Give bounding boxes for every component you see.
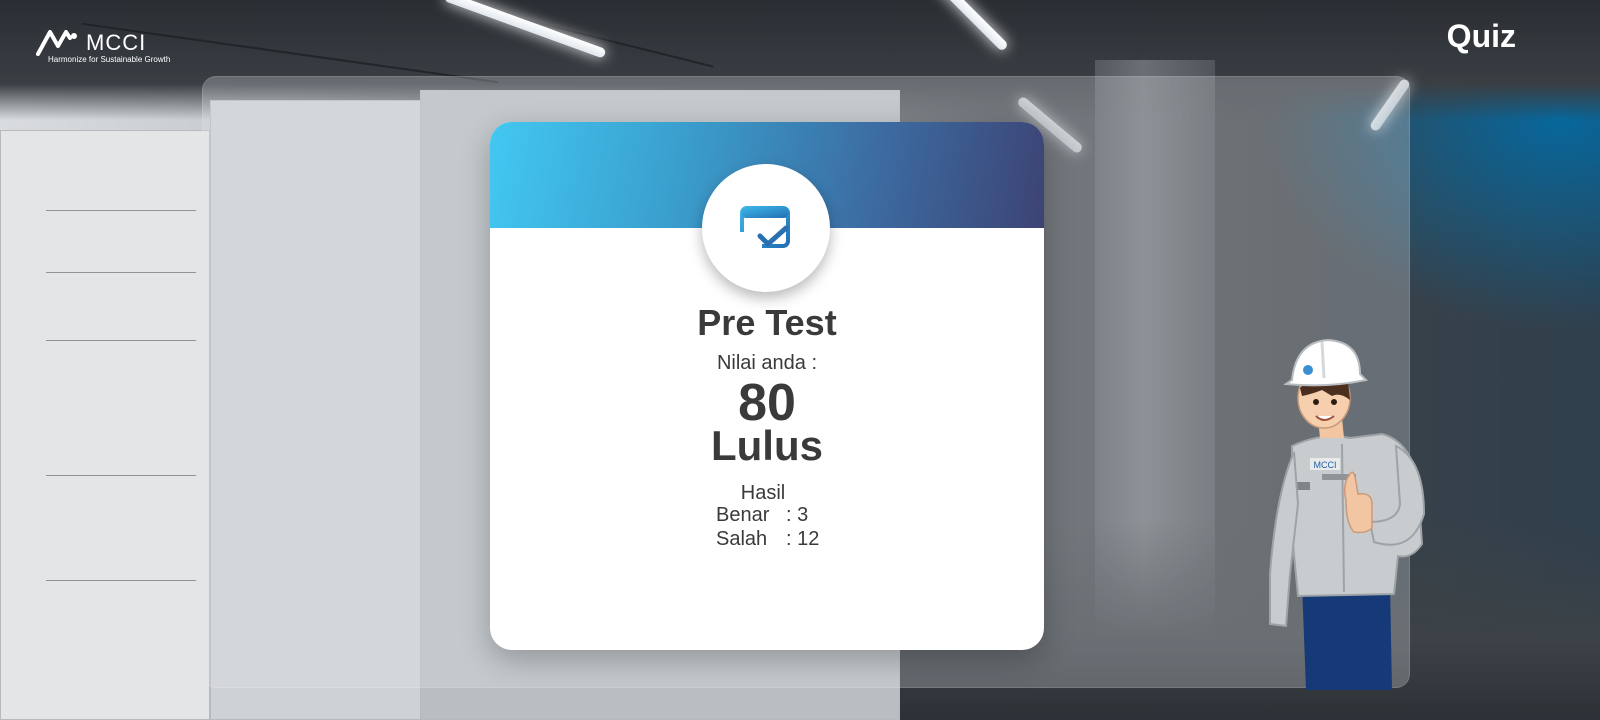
page-title: Quiz xyxy=(1446,18,1516,54)
correct-label: Benar xyxy=(716,504,770,526)
correct-count-row: Benar : 3 xyxy=(716,504,808,527)
correct-value: : 3 xyxy=(786,504,809,526)
uniform-badge-text: MCCI xyxy=(1314,460,1337,470)
wrong-count-row: Salah : 12 xyxy=(716,528,819,551)
header: MCCI Harmonize for Sustainable Growth Qu… xyxy=(0,0,1600,76)
wrong-label: Salah xyxy=(716,528,768,550)
checklist-card-icon xyxy=(740,206,790,250)
switchgear-cabinet xyxy=(0,130,210,720)
wrong-value: : 12 xyxy=(786,528,820,550)
result-badge xyxy=(702,164,830,292)
summary-label: Hasil xyxy=(740,482,786,504)
logo-name: MCCI xyxy=(86,30,147,55)
score-label: Nilai anda : xyxy=(716,352,818,374)
result-card: Pre Test Nilai anda : 80 Lulus Hasil Ben… xyxy=(490,122,1044,650)
mcci-logo: MCCI Harmonize for Sustainable Growth xyxy=(36,26,170,66)
cabinet-line xyxy=(46,340,196,341)
test-title: Pre Test xyxy=(697,302,837,343)
logo-tagline: Harmonize for Sustainable Growth xyxy=(48,55,171,64)
cabinet-line xyxy=(46,475,196,476)
pass-status: Lulus xyxy=(711,422,823,469)
cabinet-line xyxy=(46,580,196,581)
engineer-mascot: MCCI xyxy=(1262,334,1440,695)
engineer-illustration: MCCI xyxy=(1269,338,1426,690)
cabinet-line xyxy=(46,210,196,211)
cabinet-line xyxy=(46,272,196,273)
mcci-logo-mark-icon xyxy=(36,30,77,56)
